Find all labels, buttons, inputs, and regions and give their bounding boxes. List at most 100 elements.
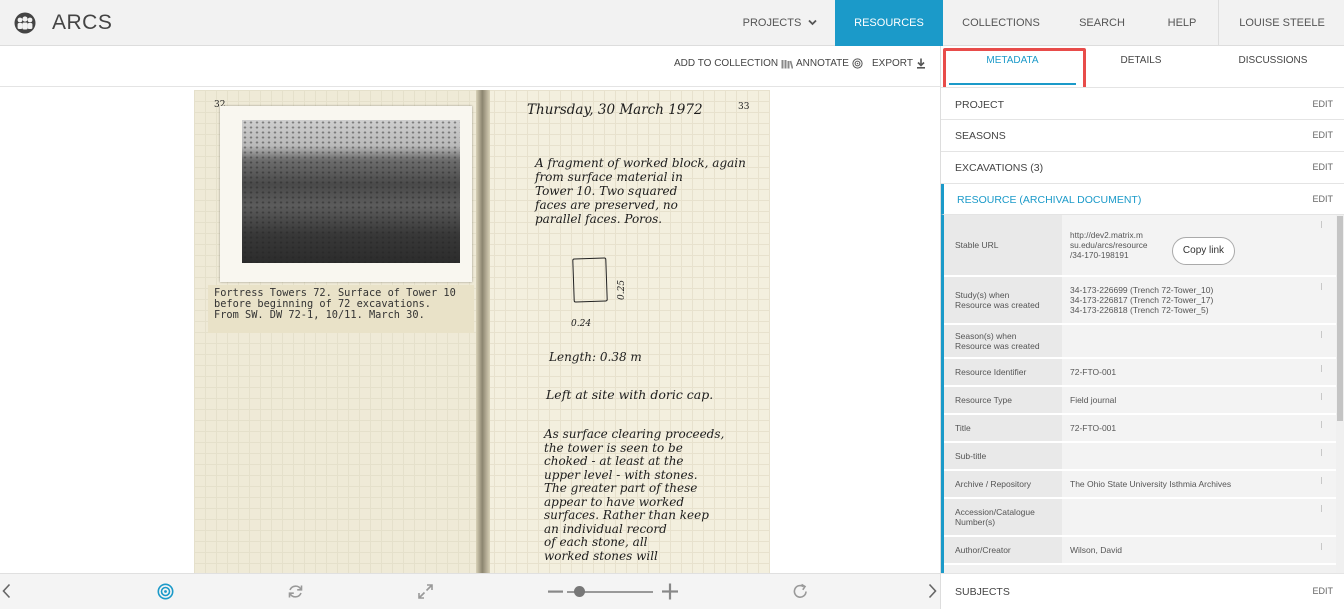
nav-resources[interactable]: RESOURCES	[835, 0, 943, 46]
sketch-width-dimension: 0.24	[571, 319, 592, 329]
metadata-key: Stable URL	[944, 215, 1062, 275]
refresh-icon[interactable]	[792, 583, 809, 600]
page-heading: Thursday, 30 March 1972	[527, 102, 703, 118]
zoom-in-icon[interactable]	[662, 583, 678, 600]
top-navbar: ARCS PROJECTS RESOURCES COLLECTIONS SEAR…	[0, 0, 1344, 46]
annotate-label: ANNOTATE	[796, 58, 849, 69]
nav-user[interactable]: LOUISE STEELE	[1232, 0, 1332, 46]
metadata-value[interactable]	[1062, 443, 1336, 469]
metadata-scrollbar-thumb[interactable]	[1337, 216, 1343, 421]
flag-icon[interactable]	[1321, 421, 1326, 428]
flag-icon[interactable]	[1321, 543, 1326, 550]
section-resource-label: RESOURCE (ARCHIVAL DOCUMENT)	[957, 194, 1142, 206]
flag-icon[interactable]	[1321, 221, 1326, 228]
rotate-icon[interactable]	[287, 583, 304, 600]
document-viewer[interactable]: 32 Fortress Towers 72. Surface of Tower …	[0, 87, 940, 573]
left-at-site-note: Left at site with doric cap.	[546, 387, 714, 402]
flag-icon[interactable]	[1321, 365, 1326, 372]
annotation-target-icon[interactable]	[157, 583, 174, 600]
section-subjects[interactable]: SUBJECTS EDIT	[941, 573, 1344, 609]
metadata-key: Study(s) when Resource was created	[944, 277, 1062, 323]
target-icon	[852, 58, 863, 69]
metadata-value[interactable]: The Ohio State University Isthmia Archiv…	[1062, 471, 1336, 497]
section-excavations[interactable]: EXCAVATIONS (3) EDIT	[941, 152, 1344, 184]
edit-seasons-button[interactable]: EDIT	[1312, 130, 1333, 140]
section-seasons[interactable]: SEASONS EDIT	[941, 120, 1344, 152]
annotate-button[interactable]: ANNOTATE	[796, 58, 863, 69]
resource-metadata-table: Stable URL http://dev2.matrix.m su.edu/a…	[941, 215, 1344, 573]
fullscreen-icon[interactable]	[417, 583, 434, 600]
notebook-binding	[476, 90, 490, 573]
metadata-value[interactable]: 72-FTO-001	[1062, 415, 1336, 441]
edit-subjects-button[interactable]: EDIT	[1312, 586, 1333, 596]
section-project-label: PROJECT	[955, 99, 1005, 111]
copy-link-button[interactable]: Copy link	[1172, 237, 1235, 265]
section-seasons-label: SEASONS	[955, 130, 1006, 142]
metadata-row: Resource Type Field journal	[944, 387, 1336, 415]
edit-excavations-button[interactable]: EDIT	[1312, 162, 1333, 172]
metadata-value[interactable]: 72-FTO-001	[1062, 359, 1336, 385]
photo-caption: Fortress Towers 72. Surface of Tower 10 …	[208, 285, 474, 333]
flag-icon[interactable]	[1321, 449, 1326, 456]
zoom-out-icon[interactable]	[548, 583, 563, 600]
metadata-row: Study(s) when Resource was created 34-17…	[944, 277, 1336, 325]
nav-collections[interactable]: COLLECTIONS	[955, 0, 1047, 46]
metadata-key: Sub-title	[944, 443, 1062, 469]
app-title[interactable]: ARCS	[52, 11, 112, 35]
metadata-key: Accession/Catalogue Number(s)	[944, 499, 1062, 535]
edit-resource-button[interactable]: EDIT	[1312, 194, 1333, 204]
tab-metadata[interactable]: METADATA	[949, 46, 1076, 87]
metadata-key: Archive / Repository	[944, 471, 1062, 497]
resource-side-panel: METADATA DETAILS DISCUSSIONS PROJECT EDI…	[940, 46, 1344, 609]
nav-divider	[1218, 0, 1219, 46]
stable-url-text: http://dev2.matrix.m su.edu/arcs/resourc…	[1070, 230, 1148, 260]
nav-help[interactable]: HELP	[1158, 0, 1206, 46]
notebook-left-page: 32 Fortress Towers 72. Surface of Tower …	[194, 90, 483, 573]
metadata-row: Accession/Catalogue Number(s)	[944, 499, 1336, 537]
metadata-value[interactable]: Wilson, David	[1062, 537, 1336, 563]
zoom-slider-handle[interactable]	[574, 586, 585, 597]
chevron-right-icon[interactable]	[928, 583, 937, 599]
tab-discussions[interactable]: DISCUSSIONS	[1223, 46, 1323, 87]
metadata-row: Author/Creator Wilson, David	[944, 537, 1336, 565]
people-group-icon[interactable]	[12, 12, 38, 34]
notebook-right-page: Thursday, 30 March 1972 33 A fragment of…	[483, 90, 770, 573]
metadata-key: Season(s) when Resource was created	[944, 325, 1062, 357]
nav-search[interactable]: SEARCH	[1070, 0, 1134, 46]
metadata-value[interactable]	[1062, 325, 1336, 357]
section-subjects-label: SUBJECTS	[955, 586, 1010, 598]
add-to-collection-button[interactable]: ADD TO COLLECTION	[674, 58, 794, 69]
chevron-left-icon[interactable]	[2, 583, 11, 599]
metadata-key: Resource Identifier	[944, 359, 1062, 385]
edit-project-button[interactable]: EDIT	[1312, 99, 1333, 109]
section-resource[interactable]: RESOURCE (ARCHIVAL DOCUMENT) EDIT	[941, 184, 1344, 215]
viewer-controls	[0, 573, 940, 609]
length-note: Length: 0.38 m	[549, 350, 642, 364]
flag-icon[interactable]	[1321, 477, 1326, 484]
metadata-key: Author/Creator	[944, 537, 1062, 563]
books-icon	[781, 59, 794, 69]
metadata-value[interactable]: 34-173-226699 (Trench 72-Tower_10) 34-17…	[1062, 277, 1336, 323]
metadata-value[interactable]	[1062, 499, 1336, 535]
metadata-value[interactable]: Field journal	[1062, 387, 1336, 413]
add-to-collection-label: ADD TO COLLECTION	[674, 58, 779, 69]
note-paragraph-2: As surface clearing proceeds, the tower …	[544, 427, 725, 563]
right-page-number: 33	[738, 102, 750, 112]
metadata-row: Title 72-FTO-001	[944, 415, 1336, 443]
metadata-key: Title	[944, 415, 1062, 441]
download-icon	[916, 58, 925, 69]
flag-icon[interactable]	[1321, 283, 1326, 290]
flag-icon[interactable]	[1321, 331, 1326, 338]
export-button[interactable]: EXPORT	[872, 58, 926, 69]
nav-projects[interactable]: PROJECTS	[730, 0, 830, 46]
metadata-row: Resource Identifier 72-FTO-001	[944, 359, 1336, 387]
nav-projects-label: PROJECTS	[742, 17, 802, 29]
chevron-down-icon	[808, 19, 818, 26]
flag-icon[interactable]	[1321, 505, 1326, 512]
section-project[interactable]: PROJECT EDIT	[941, 87, 1344, 120]
section-excavations-label: EXCAVATIONS (3)	[955, 162, 1044, 174]
tab-details[interactable]: DETAILS	[1091, 46, 1191, 87]
flag-icon[interactable]	[1321, 393, 1326, 400]
viewer-toolbar: ADD TO COLLECTION ANNOTATE EXPORT	[0, 46, 940, 87]
note-paragraph-1: A fragment of worked block, again from s…	[535, 156, 746, 226]
